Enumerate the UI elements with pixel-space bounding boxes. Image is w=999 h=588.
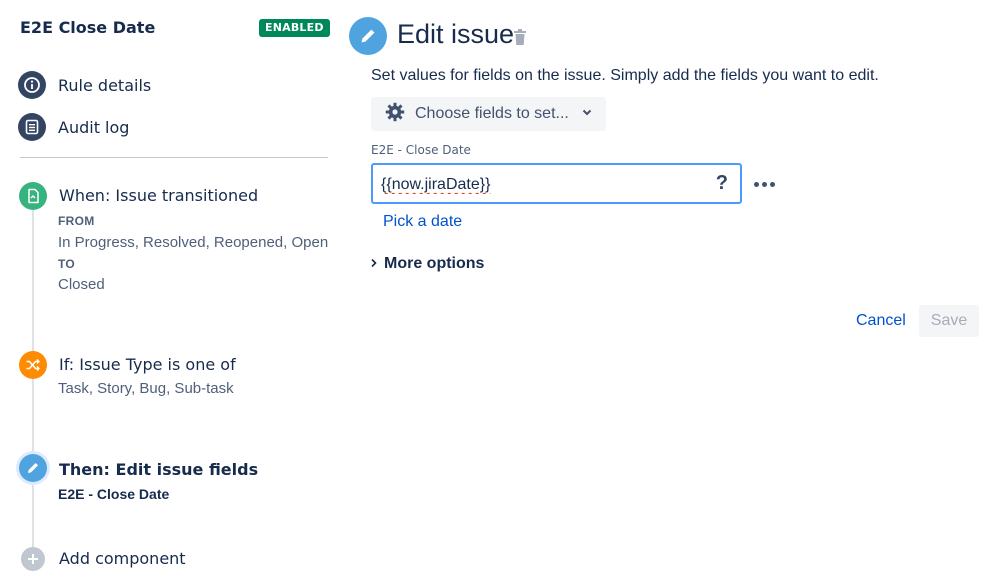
more-options-label: More options: [384, 255, 485, 272]
pick-date-link[interactable]: Pick a date: [383, 213, 462, 231]
page-title: Edit issue: [397, 19, 515, 49]
rule-title: E2E Close Date: [20, 18, 156, 37]
choose-fields-label: Choose fields to set...: [415, 105, 569, 122]
transition-icon[interactable]: [19, 182, 47, 210]
sidebar-divider: [20, 157, 328, 158]
sidebar-item-audit-log[interactable]: Audit log: [18, 113, 129, 141]
cancel-button[interactable]: Cancel: [848, 305, 914, 337]
add-component-button[interactable]: Add component: [59, 549, 186, 568]
trigger-from-label: FROM: [58, 214, 95, 228]
chevron-down-icon: [581, 105, 593, 123]
action-step-title[interactable]: Then: Edit issue fields: [59, 460, 258, 479]
info-icon: [18, 71, 46, 99]
close-date-input[interactable]: [381, 174, 701, 196]
more-options-toggle[interactable]: More options: [370, 255, 484, 273]
trigger-to-label: TO: [58, 257, 76, 271]
trigger-from-value: In Progress, Resolved, Reopened, Open: [58, 234, 329, 251]
close-date-field[interactable]: ?: [371, 163, 742, 204]
sidebar-item-rule-details[interactable]: Rule details: [18, 71, 151, 99]
sidebar-item-label: Audit log: [58, 117, 130, 137]
save-button[interactable]: Save: [919, 305, 979, 337]
trigger-step-title[interactable]: When: Issue transitioned: [59, 186, 258, 205]
more-actions-icon[interactable]: [752, 172, 776, 196]
sidebar-item-label: Rule details: [58, 75, 152, 95]
action-value: E2E - Close Date: [58, 486, 170, 502]
trigger-to-value: Closed: [58, 276, 105, 293]
gear-icon: [385, 102, 405, 127]
plus-icon[interactable]: [21, 547, 45, 571]
pencil-icon: [349, 17, 387, 55]
pencil-icon[interactable]: [19, 454, 47, 482]
shuffle-icon[interactable]: [19, 351, 47, 379]
trash-icon[interactable]: [513, 28, 529, 46]
description-text: Set values for fields on the issue. Simp…: [371, 67, 879, 84]
field-label: E2E - Close Date: [371, 143, 471, 157]
list-icon: [18, 113, 46, 141]
help-icon[interactable]: ?: [716, 172, 728, 195]
choose-fields-button[interactable]: Choose fields to set...: [371, 97, 606, 131]
status-badge: ENABLED: [259, 19, 330, 37]
chevron-right-icon: [370, 257, 378, 271]
condition-step-title[interactable]: If: Issue Type is one of: [59, 355, 236, 374]
condition-value: Task, Story, Bug, Sub-task: [58, 380, 234, 397]
